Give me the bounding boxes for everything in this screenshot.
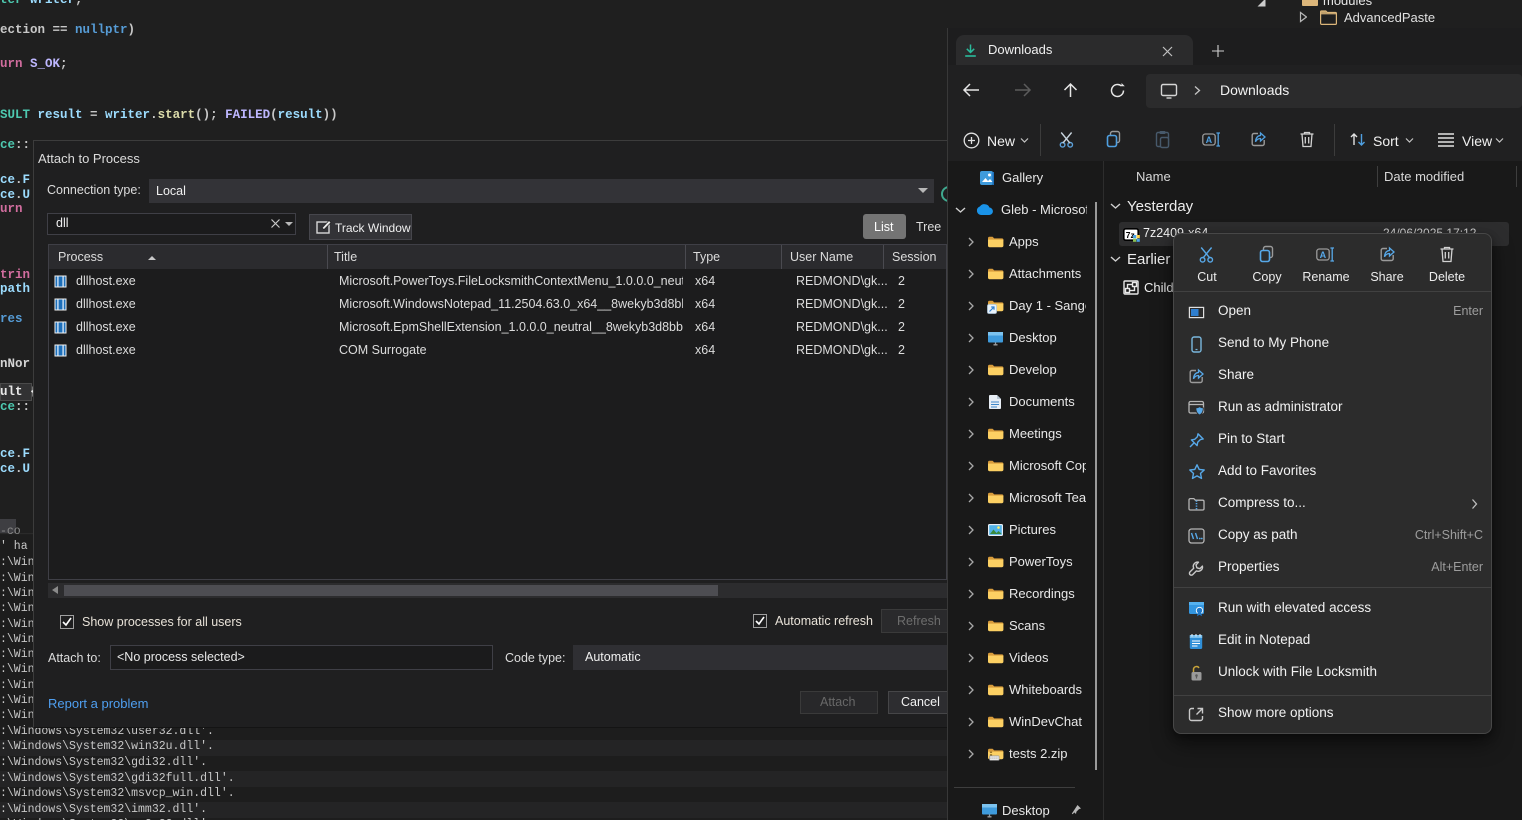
svg-text:A: A [1206,135,1213,145]
svg-text:A: A [1320,250,1327,260]
